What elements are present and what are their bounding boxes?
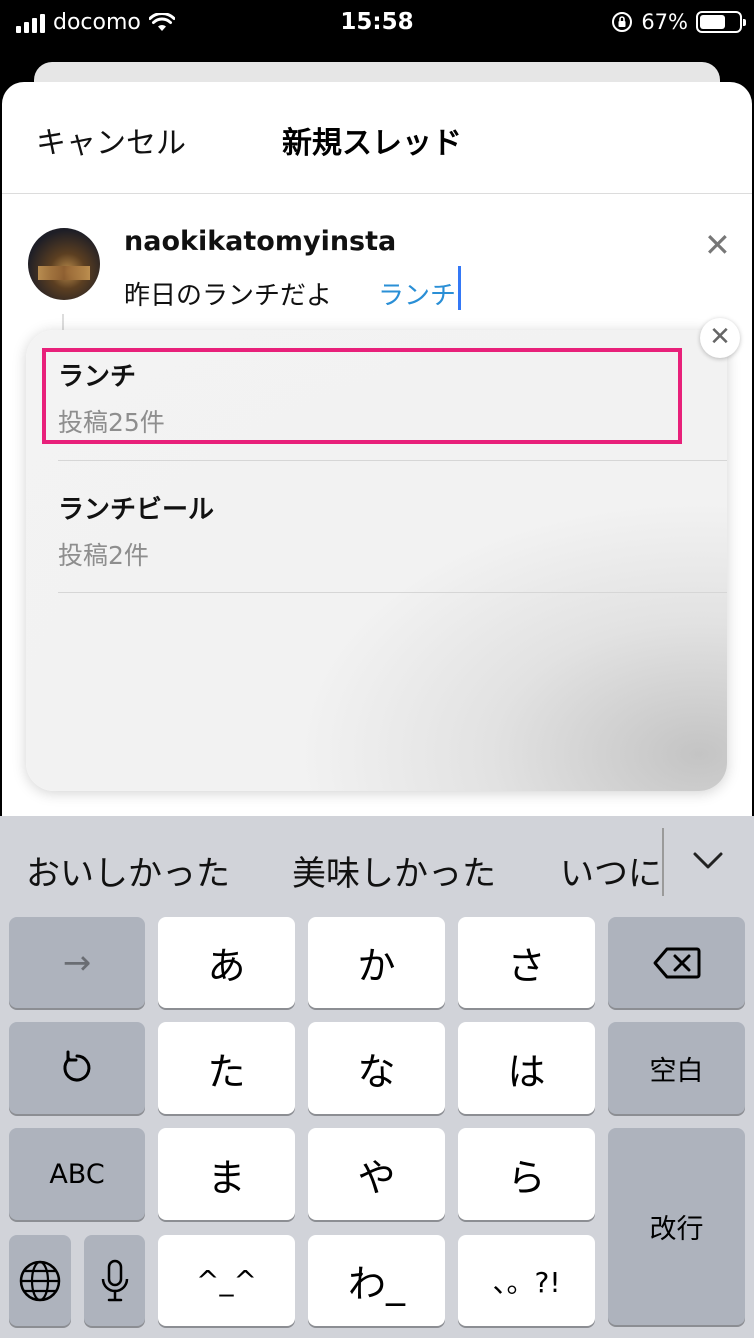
text-cursor [458,266,461,310]
microphone-key[interactable] [84,1235,145,1326]
keyboard: おいしかった 美味しかった いつに → あ か さ た な は 空白 ABC ま… [0,816,754,1338]
microphone-icon [101,1259,128,1301]
key-ta[interactable]: た [158,1022,295,1114]
arrow-key[interactable]: → [9,917,145,1008]
key-wa[interactable]: わ_ [308,1235,445,1326]
post-topic-tag[interactable]: ランチ [378,275,456,312]
return-key[interactable]: 改行 [608,1128,745,1325]
key-ya[interactable]: や [308,1128,445,1220]
suggestion-name: ランチビール [58,495,215,525]
kaomoji-key[interactable]: ^_^ [158,1235,295,1326]
abc-key[interactable]: ABC [9,1128,145,1220]
undo-icon [63,1050,91,1082]
suggestion-divider [58,592,727,593]
key-ma[interactable]: ま [158,1128,295,1220]
status-bar: docomo 15:58 67% [0,0,754,50]
key-ha[interactable]: は [458,1022,595,1114]
key-ka[interactable]: か [308,917,445,1008]
suggestion-close-icon[interactable]: ✕ [700,318,740,358]
battery-icon [696,11,746,33]
globe-key[interactable] [9,1235,71,1326]
space-key[interactable]: 空白 [608,1022,745,1114]
battery-fill [700,15,726,29]
chevron-down-icon[interactable] [692,850,724,872]
globe-icon [19,1260,61,1301]
backspace-key[interactable] [608,917,745,1008]
key-ra[interactable]: ら [458,1128,595,1220]
highlight-box [42,348,682,444]
key-a[interactable]: あ [158,917,295,1008]
page-title: 新規スレッド [282,126,462,161]
backspace-icon [653,947,700,978]
candidate-word[interactable]: おいしかった [26,846,230,895]
orientation-lock-icon [612,12,633,32]
suggestion-post-count: 投稿2件 [58,541,149,570]
punctuation-key[interactable]: 、。?! [458,1235,595,1326]
remove-post-close-icon[interactable]: ✕ [704,226,731,264]
battery-percent: 67% [641,10,688,34]
status-right: 67% [611,10,746,34]
key-na[interactable]: な [308,1022,445,1114]
username: naokikatomyinsta [124,226,397,257]
candidate-word[interactable]: いつに [560,846,662,895]
key-sa[interactable]: さ [458,917,595,1008]
suggestion-divider [58,460,727,461]
suggestion-item-lunch-beer[interactable]: ランチビール 投稿2件 [58,489,727,572]
avatar [28,228,100,300]
cancel-button[interactable]: キャンセル [36,118,186,162]
post-text-input[interactable]: 昨日のランチだよ [124,275,332,312]
candidate-separator [662,828,664,896]
undo-key[interactable] [9,1022,145,1114]
nav-bar: キャンセル 新規スレッド [2,82,752,194]
candidate-word[interactable]: 美味しかった [292,846,496,895]
